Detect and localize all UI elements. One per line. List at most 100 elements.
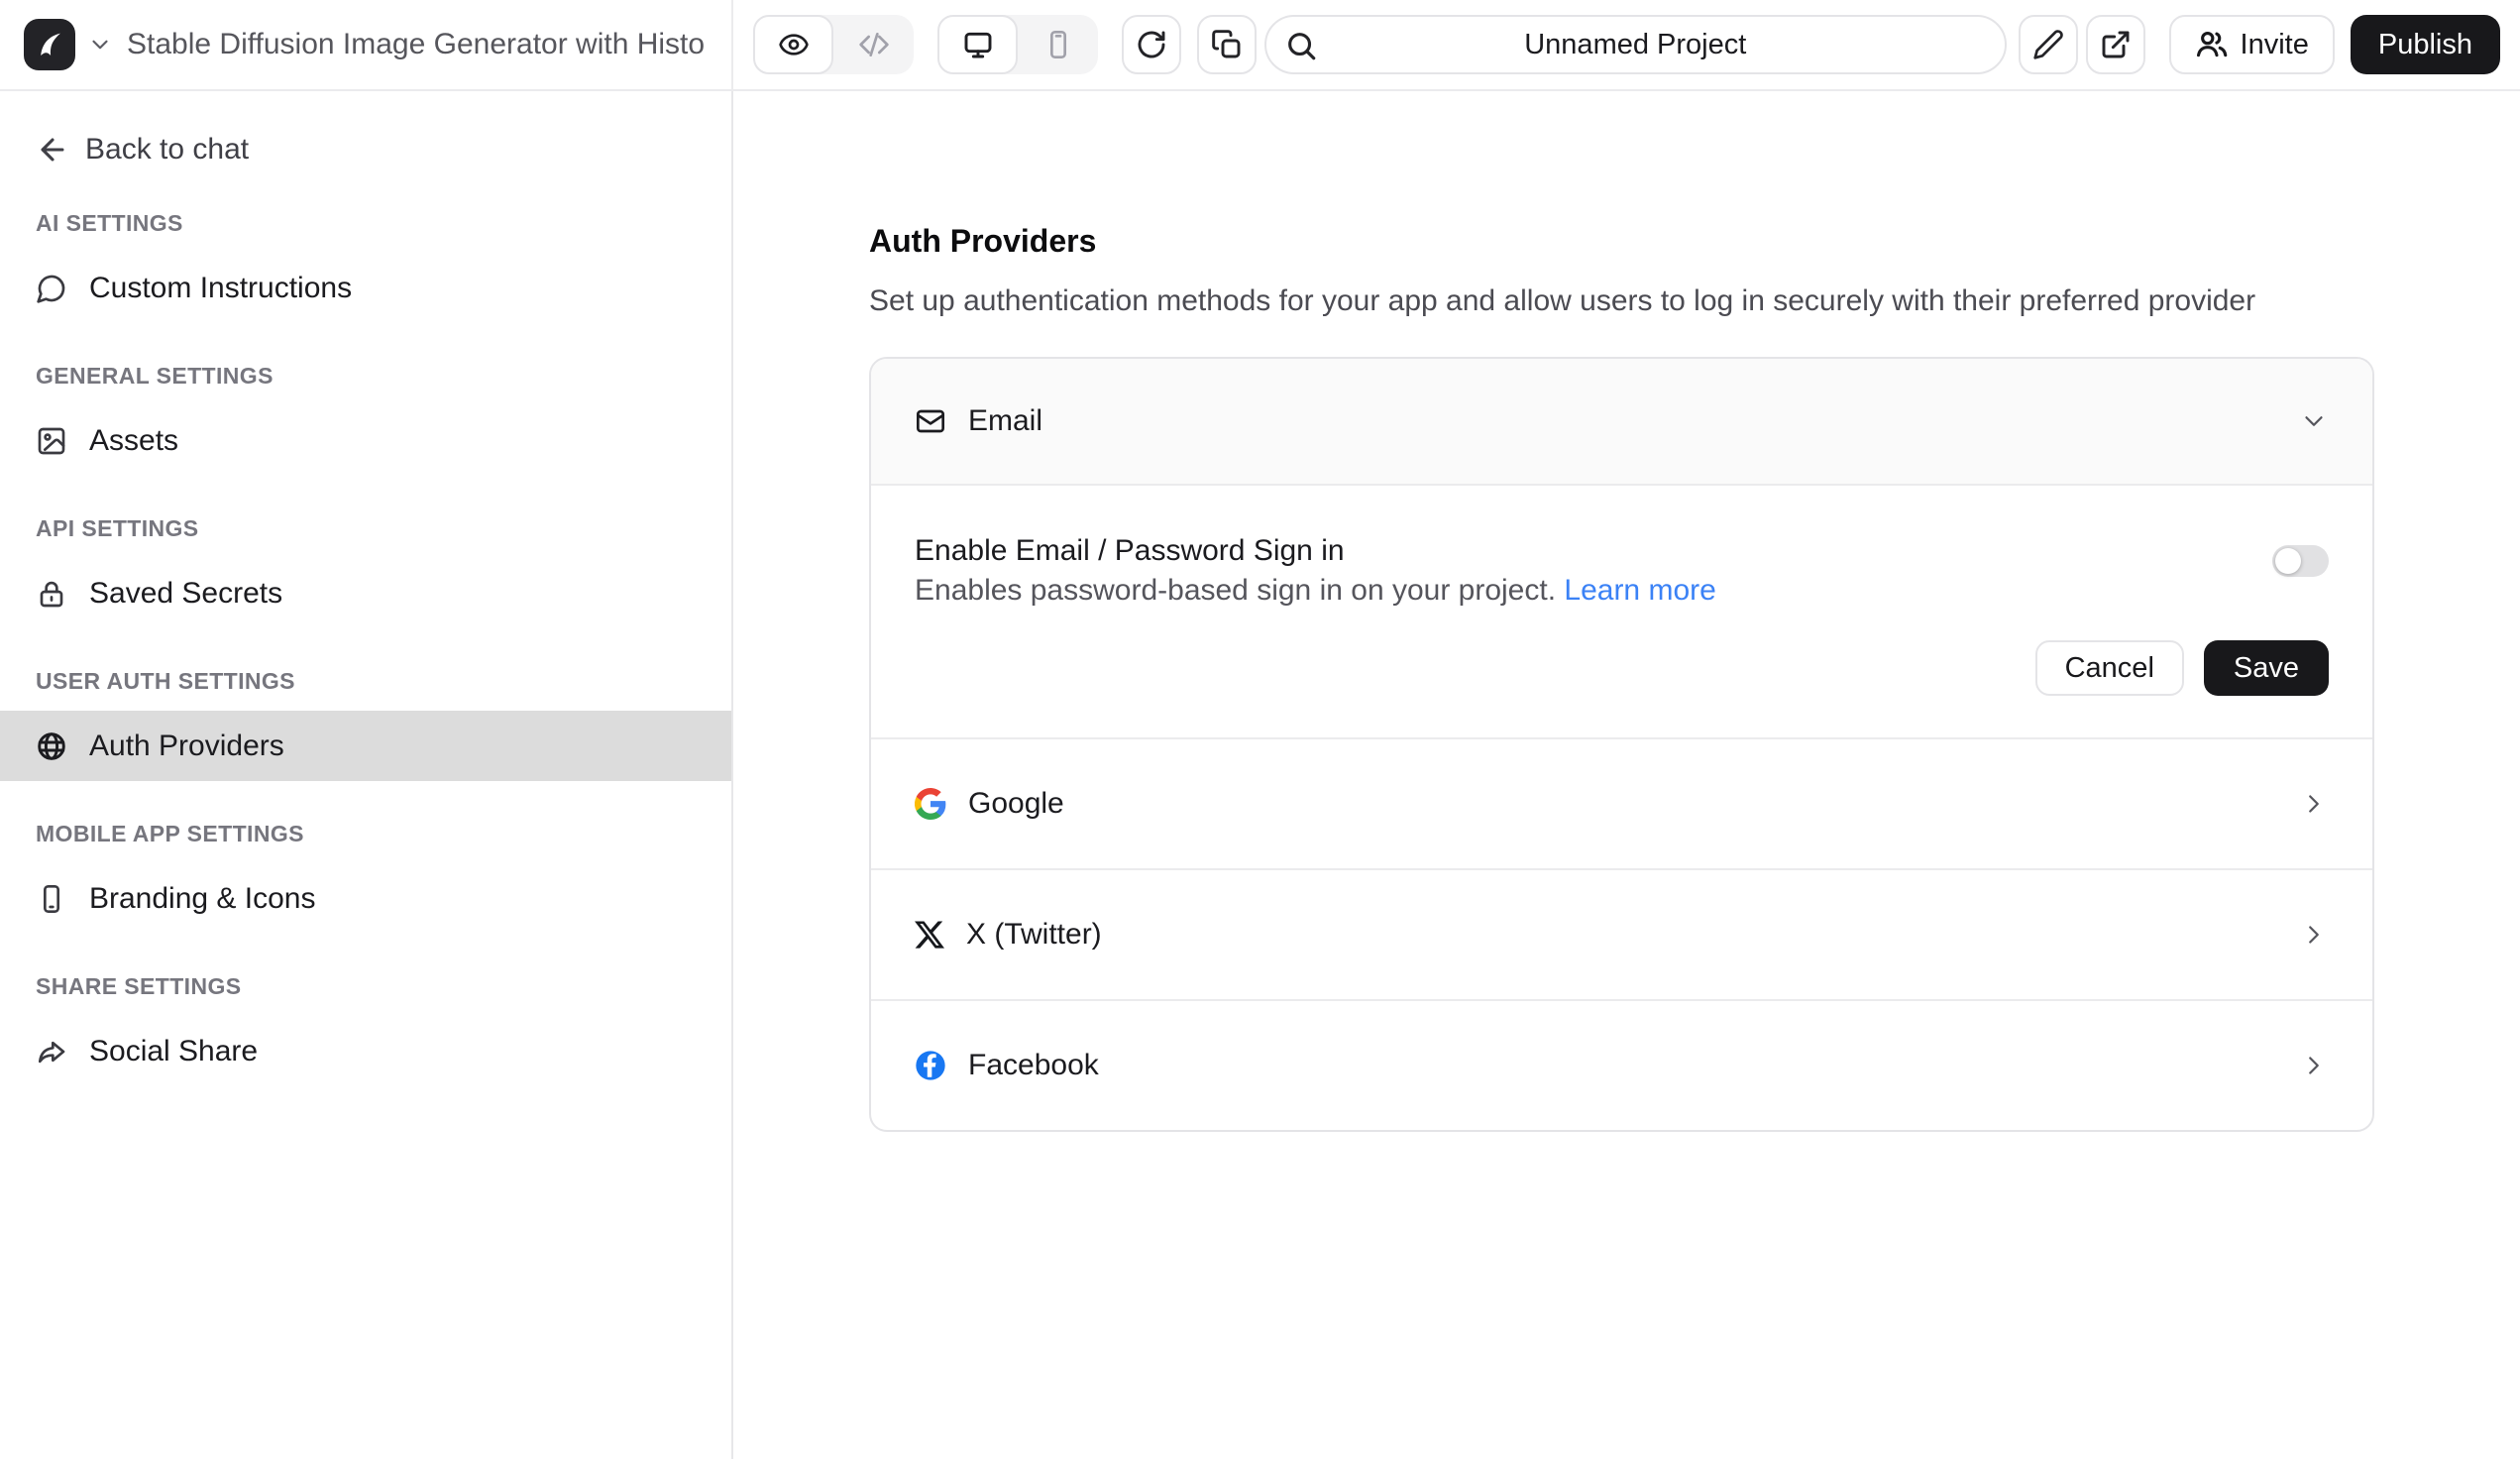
auth-providers-card: Email Enable Email / Password Sign in En…	[869, 357, 2374, 1132]
enable-email-title: Enable Email / Password Sign in	[915, 531, 2272, 571]
enable-email-description: Enables password-based sign in on your p…	[915, 571, 2272, 611]
email-provider-label: Email	[968, 404, 1042, 438]
save-button[interactable]: Save	[2204, 640, 2329, 696]
sidebar-item-label: Assets	[89, 424, 178, 458]
google-provider-label: Google	[968, 787, 1064, 821]
email-toggle-texts: Enable Email / Password Sign in Enables …	[915, 531, 2272, 611]
code-icon	[858, 29, 890, 60]
sidebar-section-mobile: MOBILE APP SETTINGS Branding & Icons	[0, 821, 731, 934]
globe-icon	[36, 730, 67, 762]
search-value: Unnamed Project	[1524, 29, 1746, 61]
search-icon	[1284, 29, 1318, 62]
sidebar-section-ai: AI SETTINGS Custom Instructions	[0, 210, 731, 323]
sidebar-item-label: Social Share	[89, 1035, 258, 1068]
settings-sidebar: Back to chat AI SETTINGS Custom Instruct…	[0, 91, 733, 1459]
enable-email-description-text: Enables password-based sign in on your p…	[915, 574, 1556, 607]
section-label: AI SETTINGS	[0, 210, 731, 237]
topbar: Stable Diffusion Image Generator with Hi…	[0, 0, 2520, 91]
body-row: Back to chat AI SETTINGS Custom Instruct…	[0, 91, 2520, 1459]
section-label: MOBILE APP SETTINGS	[0, 821, 731, 847]
edit-button[interactable]	[2019, 15, 2078, 74]
mobile-view-button[interactable]	[1018, 15, 1098, 74]
page-title: Auth Providers	[869, 220, 2374, 262]
main-content: Auth Providers Set up authentication met…	[733, 91, 2520, 1459]
copy-button[interactable]	[1197, 15, 1257, 74]
google-icon	[915, 788, 946, 820]
invite-label: Invite	[2241, 29, 2309, 61]
x-twitter-icon	[915, 920, 944, 950]
monitor-icon	[962, 29, 994, 60]
lock-icon	[36, 578, 67, 610]
chevron-right-icon	[2299, 1051, 2329, 1080]
desktop-view-button[interactable]	[937, 15, 1018, 74]
sidebar-item-custom-instructions[interactable]: Custom Instructions	[0, 253, 731, 323]
code-view-button[interactable]	[833, 15, 914, 74]
chevron-down-icon	[2299, 406, 2329, 436]
facebook-provider-label: Facebook	[968, 1049, 1099, 1082]
section-label: API SETTINGS	[0, 515, 731, 542]
google-provider-row[interactable]: Google	[871, 737, 2372, 868]
external-link-icon	[2100, 29, 2132, 60]
device-toggle	[937, 15, 1098, 74]
invite-button[interactable]: Invite	[2169, 15, 2335, 74]
sidebar-item-label: Custom Instructions	[89, 272, 352, 305]
email-password-toggle[interactable]	[2272, 545, 2329, 577]
back-to-chat-link[interactable]: Back to chat	[0, 119, 731, 180]
users-icon	[2195, 28, 2229, 61]
toggle-knob	[2275, 548, 2301, 574]
view-mode-toggle	[753, 15, 914, 74]
phone-icon	[36, 883, 67, 915]
learn-more-link[interactable]: Learn more	[1564, 574, 1715, 607]
copy-icon	[1211, 29, 1243, 60]
facebook-provider-row[interactable]: Facebook	[871, 999, 2372, 1130]
publish-button[interactable]: Publish	[2351, 15, 2500, 74]
smartphone-icon	[1042, 29, 1074, 60]
sidebar-section-general: GENERAL SETTINGS Assets	[0, 363, 731, 476]
app-logo[interactable]	[24, 19, 75, 70]
sidebar-item-label: Auth Providers	[89, 730, 284, 763]
cancel-button[interactable]: Cancel	[2035, 640, 2184, 696]
page-description: Set up authentication methods for your a…	[869, 281, 2374, 321]
image-icon	[36, 425, 67, 457]
section-label: SHARE SETTINGS	[0, 973, 731, 1000]
sidebar-item-assets[interactable]: Assets	[0, 405, 731, 476]
logo-swoosh-icon	[31, 26, 68, 63]
chevron-right-icon	[2299, 789, 2329, 819]
mail-icon	[915, 405, 946, 437]
app-root: Stable Diffusion Image Generator with Hi…	[0, 0, 2520, 1459]
sidebar-item-branding-icons[interactable]: Branding & Icons	[0, 863, 731, 934]
section-label: GENERAL SETTINGS	[0, 363, 731, 390]
sidebar-item-auth-providers[interactable]: Auth Providers	[0, 711, 731, 781]
preview-eye-button[interactable]	[753, 15, 833, 74]
refresh-button[interactable]	[1122, 15, 1181, 74]
topbar-toolbar: Unnamed Project Invite	[733, 0, 2520, 89]
back-to-chat-label: Back to chat	[85, 133, 249, 167]
sidebar-item-label: Branding & Icons	[89, 882, 315, 916]
chevron-right-icon	[2299, 920, 2329, 950]
sidebar-item-label: Saved Secrets	[89, 577, 282, 611]
email-toggle-row: Enable Email / Password Sign in Enables …	[915, 531, 2329, 611]
sidebar-section-user-auth: USER AUTH SETTINGS Auth Providers	[0, 668, 731, 781]
open-external-button[interactable]	[2086, 15, 2145, 74]
share-arrow-icon	[36, 1036, 67, 1067]
sidebar-section-share: SHARE SETTINGS Social Share	[0, 973, 731, 1086]
arrow-left-icon	[36, 133, 69, 167]
facebook-icon	[915, 1050, 946, 1081]
project-menu-chevron-icon[interactable]	[87, 32, 113, 57]
chat-bubble-icon	[36, 273, 67, 304]
pencil-icon	[2032, 29, 2064, 60]
sidebar-item-social-share[interactable]: Social Share	[0, 1016, 731, 1086]
project-title: Stable Diffusion Image Generator with Hi…	[127, 28, 705, 61]
eye-icon	[778, 29, 810, 60]
sidebar-item-saved-secrets[interactable]: Saved Secrets	[0, 558, 731, 628]
x-twitter-provider-row[interactable]: X (Twitter)	[871, 868, 2372, 999]
email-buttons-row: Cancel Save	[915, 640, 2329, 696]
refresh-icon	[1136, 29, 1167, 60]
sidebar-section-api: API SETTINGS Saved Secrets	[0, 515, 731, 628]
email-provider-body: Enable Email / Password Sign in Enables …	[871, 486, 2372, 737]
x-twitter-provider-label: X (Twitter)	[966, 918, 1102, 952]
section-label: USER AUTH SETTINGS	[0, 668, 731, 695]
project-search-input[interactable]: Unnamed Project	[1264, 15, 2007, 74]
email-provider-header[interactable]: Email	[871, 359, 2372, 486]
topbar-left: Stable Diffusion Image Generator with Hi…	[0, 0, 733, 89]
